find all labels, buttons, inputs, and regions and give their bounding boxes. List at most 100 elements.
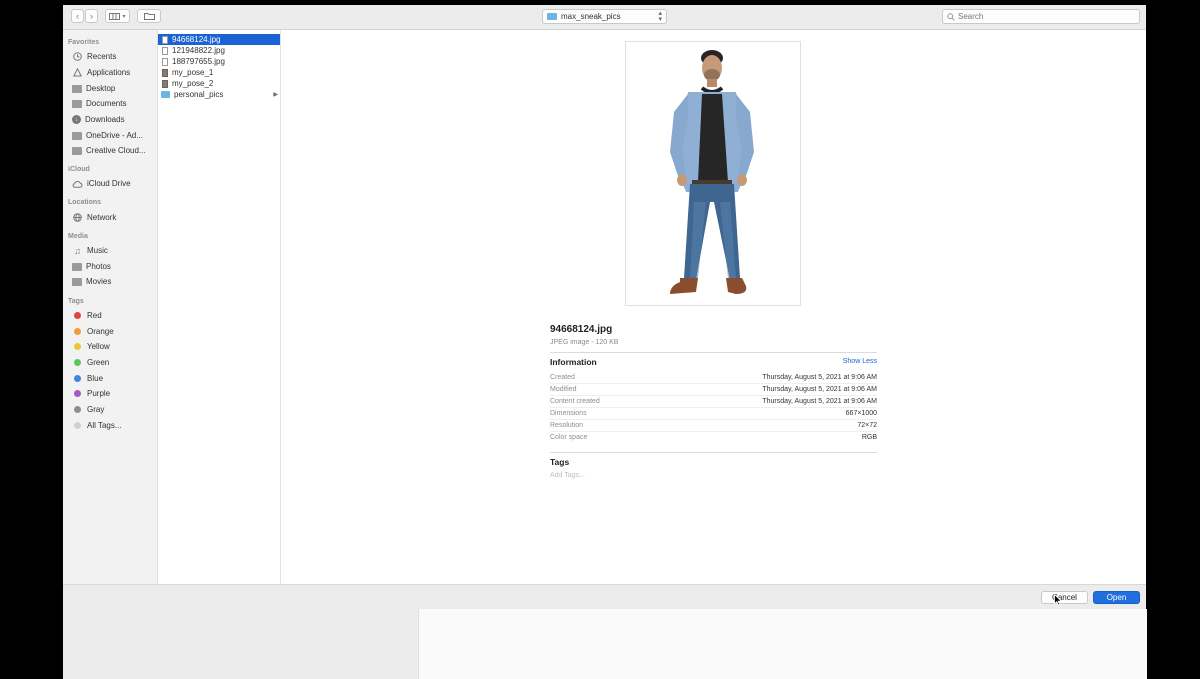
chevron-down-icon: ▾ [122, 13, 126, 20]
sidebar-tag-all[interactable]: All Tags... [72, 419, 156, 432]
divider [550, 452, 877, 453]
info-row-created: Created Thursday, August 5, 2021 at 9:06… [550, 372, 877, 384]
info-row-dimensions: Dimensions 667×1000 [550, 408, 877, 420]
music-icon: ♫ [74, 245, 81, 256]
sidebar-tag-purple[interactable]: Purple [72, 387, 156, 400]
documents-icon [72, 99, 82, 108]
sidebar-item-onedrive[interactable]: OneDrive - Ad... [72, 129, 156, 142]
tag-dot-icon [74, 375, 81, 382]
sidebar-tag-gray[interactable]: Gray [72, 403, 156, 416]
sidebar-item-photos[interactable]: Photos [72, 260, 156, 273]
file-row[interactable]: 188797655.jpg [158, 56, 280, 67]
file-row[interactable]: 121948822.jpg [158, 45, 280, 56]
open-button[interactable]: Open [1093, 591, 1140, 604]
folder-icon [72, 131, 82, 140]
file-row[interactable]: my_pose_2 [158, 78, 280, 89]
tag-dot-icon [74, 359, 81, 366]
info-key: Content created [550, 398, 600, 405]
sidebar-tag-yellow[interactable]: Yellow [72, 340, 156, 353]
path-popup[interactable]: max_sneak_pics ▴ ▾ [542, 9, 667, 24]
sidebar-item-label: Red [87, 311, 102, 320]
tag-dot-icon [74, 343, 81, 350]
preview-file-kind: JPEG image - 120 KB [550, 339, 619, 346]
disclosure-arrow-icon: ▶ [273, 92, 278, 98]
file-row[interactable]: 94668124.jpg [158, 34, 280, 45]
divider [550, 352, 877, 353]
applications-icon [72, 68, 83, 77]
info-row-modified: Modified Thursday, August 5, 2021 at 9:0… [550, 384, 877, 396]
tag-dot-icon [74, 390, 81, 397]
sidebar-tag-orange[interactable]: Orange [72, 325, 156, 338]
background-window-sidebar [63, 609, 418, 679]
folder-icon [547, 13, 557, 20]
dialog-button-bar: Cancel Open [63, 584, 1146, 609]
sidebar-item-label: Downloads [85, 115, 125, 124]
sidebar-tag-green[interactable]: Green [72, 356, 156, 369]
search-field[interactable] [942, 9, 1140, 24]
sidebar-item-music[interactable]: ♫ Music [72, 244, 156, 257]
file-name: personal_pics [174, 90, 224, 99]
info-key: Color space [550, 434, 588, 441]
sidebar-item-label: Orange [87, 327, 114, 336]
column-view-icon [109, 12, 121, 20]
mouse-cursor-icon [1054, 594, 1062, 606]
back-button[interactable]: ‹ [71, 9, 84, 23]
tag-dot-icon [74, 406, 81, 413]
file-name: 94668124.jpg [172, 35, 221, 44]
preview-thumbnail [625, 41, 801, 306]
sidebar-item-downloads[interactable]: ↓ Downloads [72, 113, 156, 126]
sidebar-item-label: iCloud Drive [87, 179, 131, 188]
file-row[interactable]: my_pose_1 [158, 67, 280, 78]
sidebar-item-label: Movies [86, 277, 112, 286]
photo-icon [162, 79, 168, 88]
info-value: 72×72 [857, 422, 877, 429]
sidebar-item-label: Green [87, 358, 110, 367]
new-folder-button[interactable] [137, 9, 161, 23]
sidebar-item-label: Network [87, 213, 117, 222]
file-name: my_pose_2 [172, 79, 214, 88]
path-popup-label: max_sneak_pics [561, 12, 621, 21]
film-icon [72, 277, 82, 286]
sidebar-item-label: Blue [87, 374, 104, 383]
info-key: Dimensions [550, 410, 587, 417]
forward-button[interactable]: › [85, 9, 98, 23]
sidebar-item-label: All Tags... [87, 421, 122, 430]
person-photo-image [670, 50, 754, 294]
sidebar-item-label: Applications [87, 68, 131, 77]
cancel-button[interactable]: Cancel [1041, 591, 1088, 604]
folder-icon [161, 91, 170, 98]
sidebar-item-documents[interactable]: Documents [72, 97, 156, 110]
sidebar-item-label: Yellow [87, 342, 110, 351]
sidebar-item-label: Music [87, 246, 108, 255]
info-key: Modified [550, 386, 577, 393]
view-options-button[interactable]: ▾ [105, 9, 130, 23]
search-input[interactable] [955, 12, 1128, 21]
globe-icon [72, 213, 83, 222]
background-window-content [418, 609, 1147, 679]
dialog-toolbar: ‹ › ▾ max_sneak_pics ▴ ▾ [63, 5, 1146, 30]
sidebar-item-desktop[interactable]: Desktop [72, 82, 156, 95]
sidebar-tag-red[interactable]: Red [72, 309, 156, 322]
add-tags-field[interactable]: Add Tags... [550, 472, 585, 479]
sidebar: Favorites Recents Applications Desktop D… [63, 30, 158, 584]
sidebar-item-label: OneDrive - Ad... [86, 131, 143, 140]
sidebar-item-movies[interactable]: Movies [72, 275, 156, 288]
folder-row[interactable]: personal_pics ▶ [158, 89, 280, 100]
sidebar-tag-blue[interactable]: Blue [72, 372, 156, 385]
sidebar-section-media: Media [68, 233, 88, 240]
sidebar-item-icloud-drive[interactable]: iCloud Drive [72, 177, 156, 190]
sidebar-item-label: Documents [86, 99, 127, 108]
file-column: 94668124.jpg 121948822.jpg 188797655.jpg… [158, 30, 281, 584]
sidebar-item-recents[interactable]: Recents [72, 50, 156, 63]
sidebar-section-favorites: Favorites [68, 39, 100, 46]
show-less-link[interactable]: Show Less [821, 358, 877, 365]
sidebar-item-creative-cloud[interactable]: Creative Cloud... [72, 144, 156, 157]
sidebar-item-label: Creative Cloud... [86, 146, 146, 155]
sidebar-item-network[interactable]: Network [72, 211, 156, 224]
file-icon [162, 46, 168, 55]
file-name: 121948822.jpg [172, 46, 225, 55]
cloud-icon [72, 179, 83, 188]
sidebar-item-label: Purple [87, 389, 111, 398]
info-value: RGB [861, 434, 877, 441]
sidebar-item-applications[interactable]: Applications [72, 66, 156, 79]
